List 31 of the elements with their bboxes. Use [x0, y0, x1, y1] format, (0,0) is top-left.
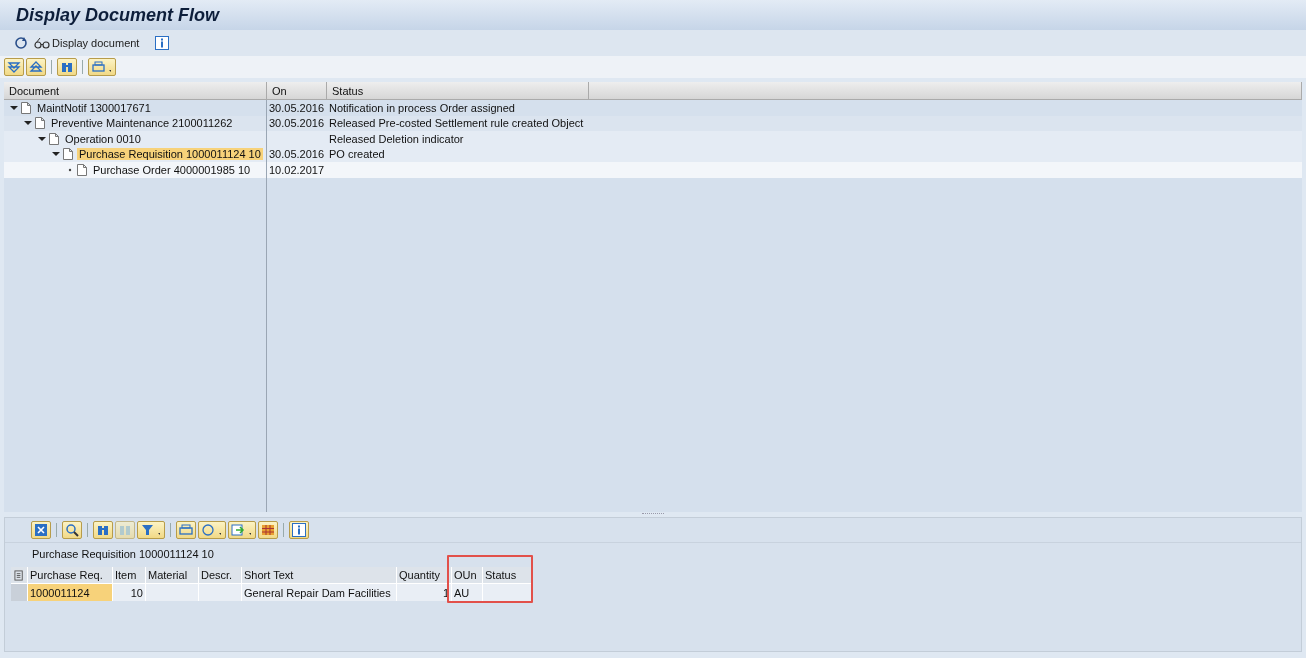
tree-node[interactable]: Operation 0010 — [63, 132, 143, 145]
column-header[interactable]: Document — [4, 82, 267, 99]
table-cell: AU — [452, 584, 483, 601]
column-header[interactable]: Material — [146, 567, 199, 584]
date-cell: 30.05.2016 — [269, 117, 325, 130]
date-cell: 10.02.2017 — [269, 163, 325, 176]
display-document-button[interactable]: Display document — [34, 37, 140, 49]
status-cell: PO created — [329, 148, 385, 161]
column-header[interactable]: Status — [483, 567, 532, 584]
column-header[interactable]: Short Text — [242, 567, 397, 584]
column-header[interactable]: Quantity — [397, 567, 452, 584]
column-header[interactable]: Status — [327, 82, 589, 99]
column-header[interactable]: Purchase Req. — [28, 567, 113, 584]
tree-node[interactable]: Purchase Order 4000001985 10 — [91, 163, 253, 176]
date-cell: 30.05.2016 — [269, 148, 325, 161]
status-cell: Notification in process Order assigned — [329, 101, 515, 114]
table-cell: General Repair Dam Facilities — [242, 584, 397, 601]
date-cell: 30.05.2016 — [269, 101, 325, 114]
column-header[interactable]: On — [267, 82, 327, 99]
tree-node[interactable]: Preventive Maintenance 2100011262 — [49, 117, 235, 130]
tree-node[interactable]: Purchase Requisition 1000011124 10 — [77, 148, 263, 161]
column-header[interactable]: OUn — [452, 567, 483, 584]
status-cell: Released Deletion indicator — [329, 132, 464, 145]
window-title: Display Document Flow — [16, 4, 220, 26]
column-header[interactable]: Descr. — [199, 567, 242, 584]
tree-node[interactable]: MaintNotif 1300017671 — [35, 101, 153, 114]
status-cell: Released Pre-costed Settlement rule created Object — [329, 117, 584, 130]
table-cell: 10 — [113, 584, 146, 601]
list-title: Purchase Requisition 1000011124 10 — [32, 548, 214, 560]
table-cell[interactable]: 1000011124 — [28, 584, 113, 601]
column-header[interactable]: Item — [113, 567, 146, 584]
